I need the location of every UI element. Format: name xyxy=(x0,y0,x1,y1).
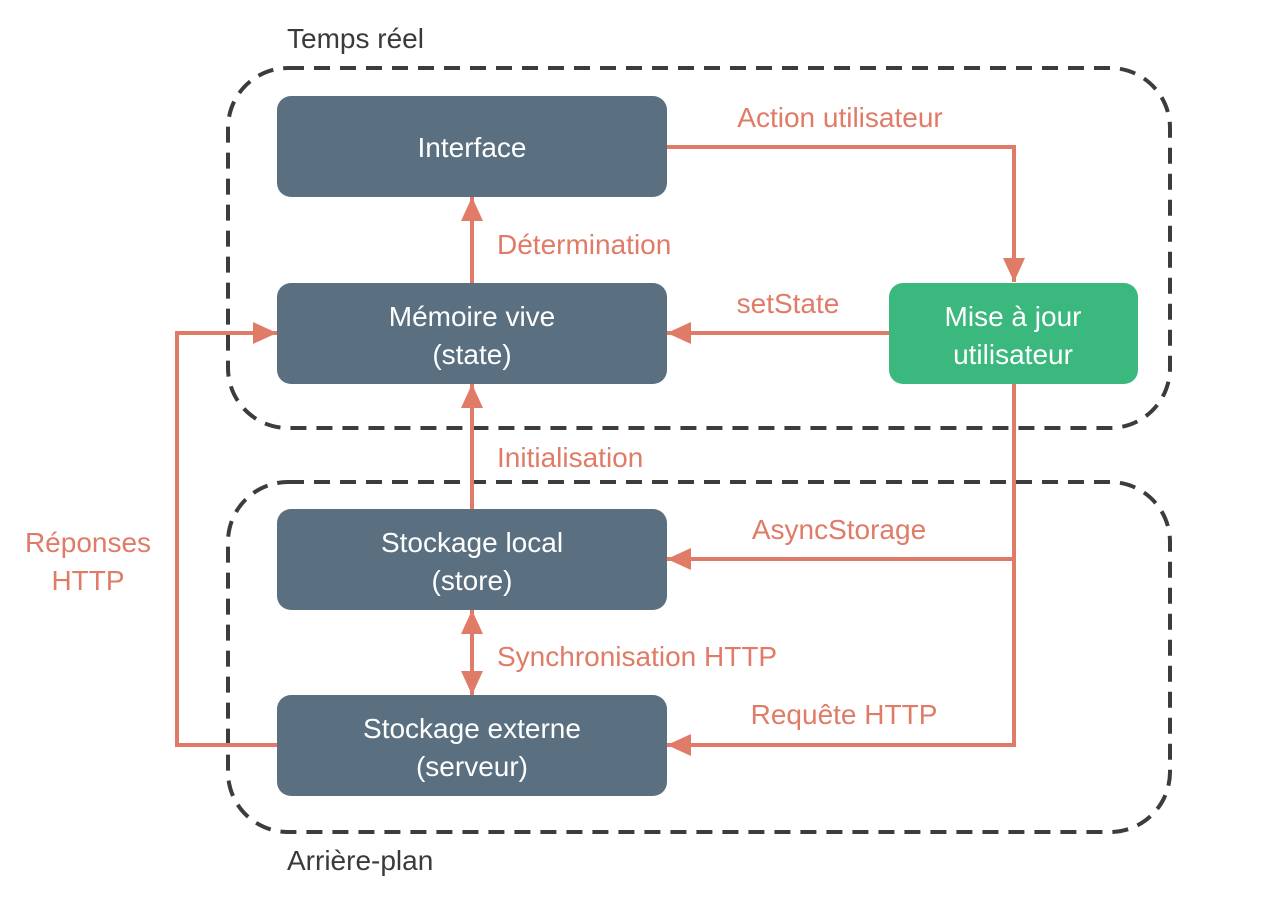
architecture-diagram: Temps réel Arrière-plan Action utilisate… xyxy=(25,23,1172,876)
node-external-storage: Stockage externe (serveur) xyxy=(277,695,667,796)
label-http-sync: Synchronisation HTTP xyxy=(497,641,777,672)
edge-user-action xyxy=(667,145,1025,282)
label-initialisation: Initialisation xyxy=(497,442,643,473)
node-memory-label-1: Mémoire vive xyxy=(389,301,555,332)
label-async-storage: AsyncStorage xyxy=(752,514,926,545)
node-external-storage-label-1: Stockage externe xyxy=(363,713,581,744)
node-local-storage-label-1: Stockage local xyxy=(381,527,563,558)
node-user-update-label-2: utilisateur xyxy=(953,339,1073,370)
label-determination: Détermination xyxy=(497,229,671,260)
label-http-request: Requête HTTP xyxy=(751,699,938,730)
group-background-label: Arrière-plan xyxy=(287,845,433,876)
node-interface: Interface xyxy=(277,96,667,197)
node-local-storage: Stockage local (store) xyxy=(277,509,667,610)
node-local-storage-label-2: (store) xyxy=(432,565,513,596)
node-interface-label: Interface xyxy=(418,132,527,163)
label-http-responses-line1: Réponses xyxy=(25,527,151,558)
edge-http-request xyxy=(667,384,1016,756)
node-user-update: Mise à jour utilisateur xyxy=(889,283,1138,384)
label-user-action: Action utilisateur xyxy=(737,102,942,133)
node-external-storage-label-2: (serveur) xyxy=(416,751,528,782)
node-memory: Mémoire vive (state) xyxy=(277,283,667,384)
label-setstate: setState xyxy=(737,288,840,319)
label-http-responses-line2: HTTP xyxy=(51,565,124,596)
group-realtime-label: Temps réel xyxy=(287,23,424,54)
node-memory-label-2: (state) xyxy=(432,339,511,370)
node-user-update-label-1: Mise à jour xyxy=(945,301,1082,332)
